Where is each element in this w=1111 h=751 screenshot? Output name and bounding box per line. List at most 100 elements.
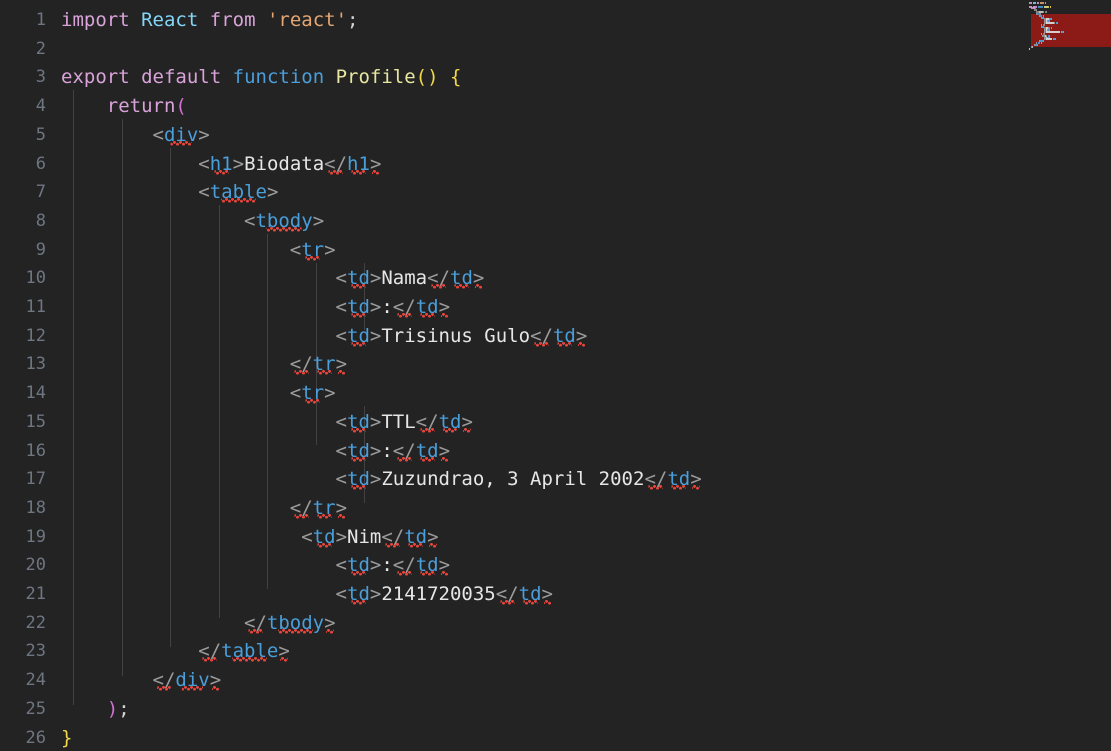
line-number: 23 xyxy=(25,641,46,662)
minimap[interactable] xyxy=(1027,0,1111,52)
code-token: > xyxy=(369,468,382,491)
code-token-error: td xyxy=(552,324,576,347)
code-token-error: h1 xyxy=(209,152,233,175)
line-text[interactable]: <td>Nama</td> xyxy=(61,264,485,293)
line-text[interactable]: import React from 'react'; xyxy=(61,6,359,35)
code-line[interactable]: 16 <td>:</td> xyxy=(0,437,1111,466)
code-token-error: table xyxy=(221,640,279,663)
line-text[interactable]: </div> xyxy=(61,666,222,695)
line-number: 9 xyxy=(35,239,46,260)
code-line[interactable]: 12 <td>Trisinus Gulo</td> xyxy=(0,322,1111,351)
line-text[interactable]: </tr> xyxy=(61,350,347,379)
line-text[interactable]: export default function Profile() { xyxy=(61,63,461,92)
code-line[interactable]: 7 <table> xyxy=(0,178,1111,207)
line-text[interactable]: <td>Trisinus Gulo</td> xyxy=(61,322,588,351)
partial-scrolled-line xyxy=(61,0,72,2)
line-text[interactable]: return( xyxy=(61,92,187,121)
code-token: > xyxy=(335,525,348,548)
minimap-token xyxy=(1051,18,1053,21)
code-line[interactable]: 1 import React from 'react'; xyxy=(0,6,1111,35)
line-text[interactable]: <td>TTL</td> xyxy=(61,408,473,437)
code-line[interactable]: 3 export default function Profile() { xyxy=(0,63,1111,92)
code-line[interactable]: 8 <tbody> xyxy=(0,207,1111,236)
line-text[interactable]: <td>:</td> xyxy=(61,293,450,322)
line-text[interactable]: <td>:</td> xyxy=(61,551,450,580)
code-token-error: td xyxy=(347,554,370,577)
code-line[interactable]: 14 <tr> xyxy=(0,379,1111,408)
line-text[interactable]: <td>:</td> xyxy=(61,437,450,466)
code-token: < xyxy=(289,382,302,405)
code-token: > xyxy=(324,238,336,261)
line-text[interactable]: <tbody> xyxy=(61,207,324,236)
minimap-token xyxy=(1029,2,1033,4)
code-line[interactable]: 15 <td>TTL</td> xyxy=(0,408,1111,437)
code-token: Trisinus Gulo xyxy=(381,324,531,347)
code-line[interactable]: 6 <h1>Biodata</h1> xyxy=(0,150,1111,179)
minimap-token xyxy=(1056,22,1058,25)
line-text[interactable]: <h1>Biodata</h1> xyxy=(61,150,381,179)
code-line[interactable]: 24 </div> xyxy=(0,666,1111,695)
minimap-token xyxy=(1029,47,1030,50)
code-token-error: td xyxy=(312,525,336,548)
line-text[interactable]: <td>2141720035</td> xyxy=(61,580,553,609)
code-token: ( xyxy=(175,95,187,118)
line-number: 19 xyxy=(25,526,46,547)
code-line[interactable]: 23 </table> xyxy=(0,637,1111,666)
code-line[interactable]: 26} xyxy=(0,724,1111,751)
code-token-error: td xyxy=(404,525,428,548)
line-text[interactable]: <tr> xyxy=(61,236,336,265)
code-token: > xyxy=(312,209,325,232)
code-line[interactable]: 21 <td>2141720035</td> xyxy=(0,580,1111,609)
line-text[interactable]: </tbody> xyxy=(61,609,336,638)
code-line[interactable]: 10 <td>Nama</td> xyxy=(0,264,1111,293)
line-number: 20 xyxy=(25,555,46,576)
code-line[interactable]: 11 <td>:</td> xyxy=(0,293,1111,322)
line-text[interactable]: <div> xyxy=(61,121,210,150)
line-number: 16 xyxy=(25,440,46,461)
line-number: 13 xyxy=(25,354,46,375)
code-token-error: td xyxy=(518,583,542,605)
minimap-token xyxy=(1050,5,1052,8)
line-text[interactable]: ); xyxy=(61,695,130,724)
code-line[interactable]: 13 </tr> xyxy=(0,350,1111,379)
line-text[interactable]: <tr> xyxy=(61,379,336,408)
code-line[interactable]: 2 xyxy=(0,35,1111,64)
code-token-error: > xyxy=(461,410,473,433)
code-line[interactable]: 4 return( xyxy=(0,92,1111,121)
line-text[interactable]: <table> xyxy=(61,178,278,207)
code-token: ) xyxy=(106,697,119,720)
code-token-error: td xyxy=(347,468,370,491)
line-text[interactable]: </tr> xyxy=(61,494,347,523)
code-token-error: </ xyxy=(415,410,439,433)
line-number: 11 xyxy=(25,297,46,317)
code-token: < xyxy=(198,152,210,175)
code-line[interactable]: 20 <td>:</td> xyxy=(0,551,1111,580)
code-line[interactable]: 25 ); xyxy=(0,695,1111,724)
code-token-error: </ xyxy=(198,640,222,663)
line-text[interactable]: <td>Nim</td> xyxy=(61,523,438,552)
code-token: Biodata xyxy=(244,152,325,175)
code-token-error: </ xyxy=(427,267,450,290)
code-line[interactable]: 17 <td>Zuzundrao, 3 April 2002</td> xyxy=(0,465,1111,494)
line-number: 21 xyxy=(25,584,46,604)
code-token-error: td xyxy=(347,267,370,290)
line-text[interactable]: </table> xyxy=(61,637,290,666)
minimap-token xyxy=(1046,38,1053,41)
code-token-error: table xyxy=(209,181,267,204)
code-line[interactable]: 18 </tr> xyxy=(0,494,1111,523)
code-token: < xyxy=(335,296,347,318)
line-text[interactable]: } xyxy=(61,724,72,751)
code-editor[interactable]: 1 import React from 'react'; 2 3 export defa… xyxy=(0,0,1111,751)
code-line[interactable]: 5 <div> xyxy=(0,121,1111,150)
code-line[interactable]: 22 </tbody> xyxy=(0,609,1111,638)
line-text[interactable]: <td>Zuzundrao, 3 April 2002</td> xyxy=(61,465,702,494)
code-line[interactable]: 9 <tr> xyxy=(0,236,1111,265)
code-token: Profile xyxy=(335,66,416,89)
code-line[interactable]: 19 <td>Nim</td> xyxy=(0,523,1111,552)
code-token-error: </ xyxy=(644,468,668,491)
